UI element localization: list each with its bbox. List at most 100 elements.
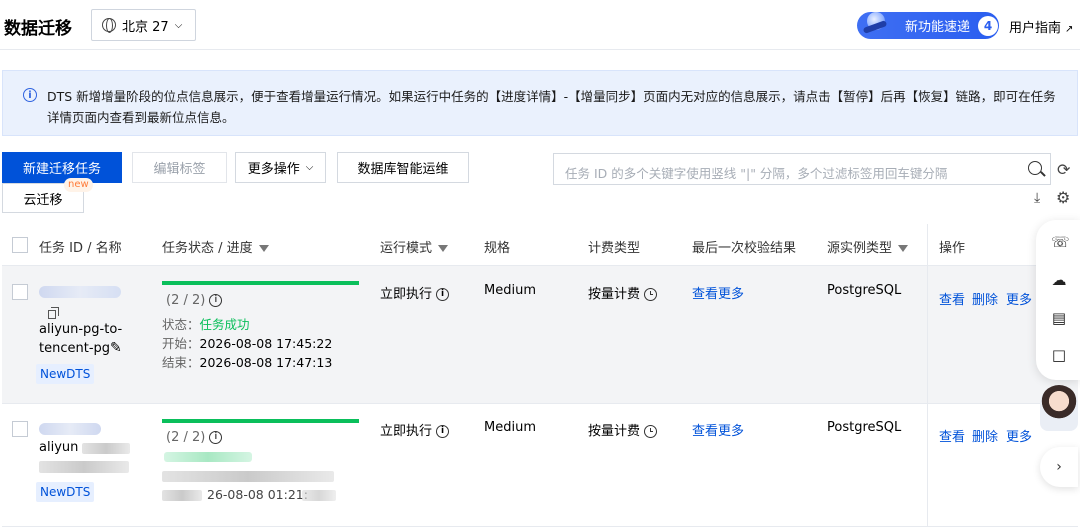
start-line: 开始：2026-08-08 17:45:22 — [162, 333, 332, 352]
col-spec: 规格 — [484, 241, 511, 256]
chat-icon[interactable]: □ — [1051, 347, 1067, 363]
info-icon[interactable]: i — [436, 425, 450, 438]
status-line: 状态：任务成功 — [162, 314, 250, 333]
book-icon[interactable]: ▤ — [1051, 310, 1067, 326]
region-selector[interactable]: 北京 27 ⌵ — [91, 9, 196, 41]
col-source-type-label: 源实例类型 — [827, 241, 893, 256]
download-icon[interactable]: ⤓ — [1034, 190, 1040, 206]
new-features-label: 新功能速递 — [905, 20, 971, 35]
search-input[interactable]: 任务 ID 的多个关键字使用竖线 "|" 分隔，多个过滤标签用回车键分隔 — [553, 153, 1051, 185]
source-type: PostgreSQL — [827, 283, 902, 298]
table-header: 任务 ID / 名称 任务状态 / 进度 运行模式 规格 计费类型 最后一次校验… — [2, 224, 1078, 266]
edit-icon[interactable]: ✎ — [110, 340, 122, 356]
col-billing: 计费类型 — [588, 241, 641, 256]
table-row: aliyun-pg-to- tencent-pg ✎ NewDTS (2 / 2… — [2, 266, 1078, 404]
chevron-right-icon[interactable]: › — [1040, 447, 1078, 487]
run-mode-label: 立即执行 — [380, 287, 433, 302]
notice-text: DTS 新增增量阶段的位点信息展示，便于查看增量运行情况。如果运行中任务的【进度… — [47, 89, 1056, 125]
progress-bar — [162, 281, 359, 285]
check-result-link[interactable]: 查看更多 — [692, 283, 744, 302]
run-mode: 立即执行 i — [380, 420, 450, 439]
filter-icon[interactable] — [438, 245, 449, 252]
end-time-redacted — [302, 490, 336, 501]
col-mode-label: 运行模式 — [380, 241, 433, 256]
task-name-line1: aliyun — [39, 440, 79, 455]
spec: Medium — [484, 283, 536, 298]
progress-fill — [162, 419, 359, 423]
info-notice: i DTS 新增增量阶段的位点信息展示，便于查看增量运行情况。如果运行中任务的【… — [2, 70, 1078, 136]
task-name-redacted — [39, 461, 129, 473]
col-mode[interactable]: 运行模式 — [380, 237, 449, 256]
page-title: 数据迁移 — [4, 19, 72, 39]
clock-icon[interactable] — [644, 288, 658, 301]
billing: 按量计费 — [588, 283, 658, 302]
refresh-icon[interactable]: ⟳ — [1057, 160, 1070, 179]
search-placeholder: 任务 ID 的多个关键字使用竖线 "|" 分隔，多个过滤标签用回车键分隔 — [565, 166, 948, 181]
info-icon[interactable]: i — [209, 294, 223, 307]
new-features-count: 4 — [978, 15, 999, 36]
check-result-link[interactable]: 查看更多 — [692, 420, 744, 439]
copy-icon[interactable] — [48, 307, 59, 319]
user-guide-label: 用户指南 — [1009, 21, 1062, 36]
run-mode: 立即执行 i — [380, 283, 450, 302]
status-redacted — [164, 452, 252, 462]
db-intelligent-ops-button[interactable]: 数据库智能运维 — [337, 152, 469, 183]
billing: 按量计费 — [588, 420, 658, 439]
task-table: 任务 ID / 名称 任务状态 / 进度 运行模式 规格 计费类型 最后一次校验… — [2, 224, 1078, 527]
info-icon[interactable]: i — [209, 431, 223, 444]
top-header: 数据迁移 北京 27 ⌵ 新功能速递 4 用户指南 ↗ — [0, 0, 1080, 50]
search-icon[interactable] — [1028, 161, 1042, 175]
region-label: 北京 27 — [122, 19, 169, 35]
end-time-partial: 26-08-08 01:21: — [207, 487, 308, 502]
status-label: 状态： — [162, 317, 200, 332]
progress-count: (2 / 2) — [166, 293, 206, 308]
newdts-tag: NewDTS — [36, 482, 95, 502]
end-label-redacted — [162, 490, 202, 501]
task-name-line1: aliyun-pg-to- — [39, 322, 123, 337]
col-task-id: 任务 ID / 名称 — [39, 241, 122, 256]
source-type: PostgreSQL — [827, 420, 902, 435]
progress-bar — [162, 419, 359, 423]
row-checkbox[interactable] — [12, 421, 28, 437]
end-line: 结束：2026-08-08 17:47:13 — [162, 352, 332, 371]
task-name-line2: tencent-pg — [39, 341, 111, 356]
external-link-icon: ↗ — [1065, 24, 1074, 35]
row-checkbox[interactable] — [12, 284, 28, 300]
run-mode-label: 立即执行 — [380, 424, 433, 439]
assistant-avatar[interactable] — [1040, 385, 1078, 431]
settings-icon[interactable]: ⚙ — [1056, 188, 1070, 207]
spec: Medium — [484, 420, 536, 435]
edit-tags-button[interactable]: 编辑标签 — [132, 152, 227, 183]
chevron-down-icon: ⌵ — [305, 162, 314, 173]
more-operations-button[interactable]: 更多操作 ⌵ — [235, 152, 326, 183]
billing-label: 按量计费 — [588, 424, 641, 439]
newdts-tag: NewDTS — [36, 364, 95, 384]
start-time-redacted — [162, 471, 334, 482]
globe-icon — [102, 18, 116, 33]
filter-icon[interactable] — [258, 245, 269, 252]
user-guide-link[interactable]: 用户指南 ↗ — [1009, 17, 1073, 36]
task-name-redacted — [82, 443, 130, 454]
end-time: 2026-08-08 17:47:13 — [199, 355, 333, 370]
new-features-button[interactable]: 新功能速递 4 — [857, 11, 999, 39]
task-id-redacted — [39, 423, 101, 435]
select-all-checkbox[interactable] — [12, 237, 28, 253]
col-status-label: 任务状态 / 进度 — [162, 241, 253, 256]
billing-label: 按量计费 — [588, 287, 641, 302]
end-label: 结束： — [162, 355, 200, 370]
headset-icon[interactable]: ☏ — [1051, 234, 1070, 250]
new-badge: new — [64, 178, 93, 192]
create-migration-task-button[interactable]: 新建迁移任务 — [2, 152, 122, 183]
progress-text: (2 / 2) i — [166, 430, 223, 445]
start-time: 2026-08-08 17:45:22 — [199, 336, 333, 351]
cloud-icon[interactable]: ☁ — [1051, 272, 1067, 288]
clock-icon[interactable] — [644, 425, 658, 438]
filter-icon[interactable] — [898, 245, 909, 252]
col-source-type[interactable]: 源实例类型 — [827, 237, 909, 256]
progress-fill — [162, 281, 359, 285]
more-operations-label: 更多操作 — [247, 162, 300, 177]
progress-count: (2 / 2) — [166, 430, 206, 445]
status-value: 任务成功 — [199, 317, 250, 332]
info-icon[interactable]: i — [436, 288, 450, 301]
col-status[interactable]: 任务状态 / 进度 — [162, 237, 269, 256]
